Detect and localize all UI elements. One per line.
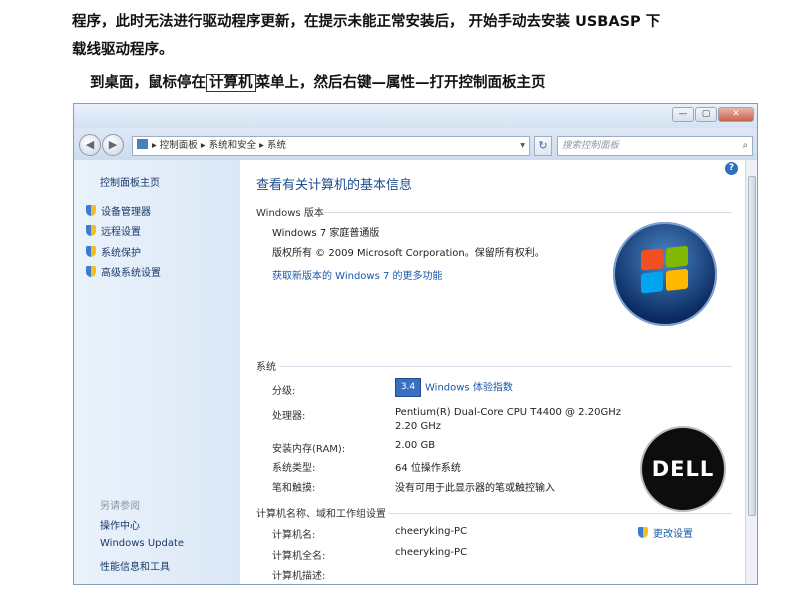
doc-paragraph-line-3: 到桌面，鼠标停在 计算机 菜单上，然后右键—属性—打开控制面板主页 <box>90 71 546 92</box>
search-icon[interactable]: ⌕ <box>743 137 748 155</box>
windows-logo-icon <box>613 222 717 326</box>
title-bar: — ▢ ✕ <box>74 104 757 128</box>
main-content: 查看有关计算机的基本信息 ? Windows 版本 Windows 7 家庭普通… <box>240 160 745 584</box>
section-system: 系统 <box>256 362 276 373</box>
change-settings-label: 更改设置 <box>653 529 693 540</box>
breadcrumb-system[interactable]: 系统 <box>267 140 286 151</box>
doc-paragraph-line-2: 载线驱动程序。 <box>72 42 174 58</box>
see-also-action-center[interactable]: 操作中心 <box>100 517 140 532</box>
sidebar: 控制面板主页 设备管理器 远程设置 系统保护 高级系统设置 另请参阅 操作中心 … <box>74 160 240 584</box>
back-button[interactable]: ◀ <box>79 134 101 156</box>
processor-value-line2: 2.20 GHz <box>395 421 441 432</box>
breadcrumb-system-security[interactable]: 系统和安全 <box>209 140 257 151</box>
divider <box>322 212 732 213</box>
processor-label: 处理器: <box>272 411 306 422</box>
shield-icon <box>86 205 96 216</box>
control-panel-icon <box>137 139 148 149</box>
breadcrumb-separator: ▸ <box>256 140 267 151</box>
computer-name-label: 计算机名: <box>272 530 316 541</box>
search-input[interactable]: 搜索控制面板 ⌕ <box>557 136 753 156</box>
full-name-value: cheeryking-PC <box>395 547 468 558</box>
page-title: 查看有关计算机的基本信息 <box>256 178 413 193</box>
see-also-performance-tools[interactable]: 性能信息和工具 <box>100 558 170 573</box>
maximize-button[interactable]: ▢ <box>695 107 717 122</box>
sidebar-item-advanced-settings[interactable]: 高级系统设置 <box>86 264 161 279</box>
sidebar-item-device-manager[interactable]: 设备管理器 <box>86 203 151 218</box>
see-also-windows-update[interactable]: Windows Update <box>100 538 184 549</box>
address-row: ◀ ▶ ▸ 控制面板 ▸ 系统和安全 ▸ 系统 ▾ ↻ 搜索控制面板 ⌕ <box>74 128 757 160</box>
divider <box>280 366 732 367</box>
sidebar-item-label: 远程设置 <box>101 227 141 238</box>
pen-touch-value: 没有可用于此显示器的笔或触控输入 <box>395 483 555 494</box>
rating-label: 分级: <box>272 386 296 397</box>
dell-logo: DELL <box>640 426 726 512</box>
search-placeholder: 搜索控制面板 <box>562 140 620 151</box>
sidebar-item-label: 高级系统设置 <box>101 268 161 279</box>
doc-paragraph-line-1: 程序，此时无法进行驱动程序更新，在提示未能正常安装后， 开始手动去安装 USBA… <box>72 14 661 30</box>
vertical-scrollbar[interactable] <box>745 160 757 584</box>
scrollbar-thumb[interactable] <box>748 176 756 516</box>
shield-icon <box>86 266 96 277</box>
edition-value: Windows 7 家庭普通版 <box>272 228 380 239</box>
close-button[interactable]: ✕ <box>718 107 754 122</box>
breadcrumb-separator: ▸ <box>152 140 160 151</box>
sidebar-item-label: 设备管理器 <box>101 207 151 218</box>
system-type-value: 64 位操作系统 <box>395 463 461 474</box>
ram-label: 安装内存(RAM): <box>272 444 346 455</box>
system-type-label: 系统类型: <box>272 463 316 474</box>
processor-value: Pentium(R) Dual-Core CPU T4400 @ 2.20GHz <box>395 407 621 418</box>
help-icon[interactable]: ? <box>725 162 738 175</box>
upgrade-link[interactable]: 获取新版本的 Windows 7 的更多功能 <box>272 267 443 282</box>
computer-name-value: cheeryking-PC <box>395 526 468 537</box>
breadcrumb-separator: ▸ <box>197 140 209 151</box>
sidebar-item-system-protection[interactable]: 系统保护 <box>86 244 141 259</box>
pen-touch-label: 笔和触摸: <box>272 483 316 494</box>
ram-value: 2.00 GB <box>395 440 436 451</box>
forward-button[interactable]: ▶ <box>102 134 124 156</box>
sidebar-item-remote-settings[interactable]: 远程设置 <box>86 223 141 238</box>
full-name-label: 计算机全名: <box>272 551 326 562</box>
see-also-heading: 另请参阅 <box>100 501 140 512</box>
sidebar-item-label: 系统保护 <box>101 248 141 259</box>
shield-icon <box>86 225 96 236</box>
shield-icon <box>638 527 648 538</box>
system-window: — ▢ ✕ ◀ ▶ ▸ 控制面板 ▸ 系统和安全 ▸ 系统 ▾ ↻ 搜索控制面板… <box>73 103 758 585</box>
experience-index-badge: 3.4 <box>395 378 421 397</box>
doc-text-segment: 菜单上，然后右键—属性—打开控制面板主页 <box>255 75 546 91</box>
shield-icon <box>86 246 96 257</box>
description-label: 计算机描述: <box>272 571 326 582</box>
minimize-button[interactable]: — <box>672 107 694 122</box>
refresh-button[interactable]: ↻ <box>534 136 552 156</box>
breadcrumb-control-panel[interactable]: 控制面板 <box>160 140 198 151</box>
copyright-text: 版权所有 © 2009 Microsoft Corporation。保留所有权利… <box>272 248 545 259</box>
boxed-term-computer: 计算机 <box>206 74 256 92</box>
divider <box>388 513 732 514</box>
section-windows-edition: Windows 版本 <box>256 208 324 219</box>
address-bar[interactable]: ▸ 控制面板 ▸ 系统和安全 ▸ 系统 ▾ <box>132 136 530 156</box>
section-computer-name: 计算机名称、域和工作组设置 <box>256 509 386 520</box>
change-settings-link[interactable]: 更改设置 <box>638 525 693 540</box>
doc-text-segment: 到桌面，鼠标停在 <box>90 75 206 91</box>
sidebar-control-panel-home[interactable]: 控制面板主页 <box>100 174 160 189</box>
experience-index-row[interactable]: 3.4 Windows 体验指数 <box>395 378 513 397</box>
chevron-down-icon[interactable]: ▾ <box>520 137 525 155</box>
experience-index-link[interactable]: Windows 体验指数 <box>425 383 513 394</box>
